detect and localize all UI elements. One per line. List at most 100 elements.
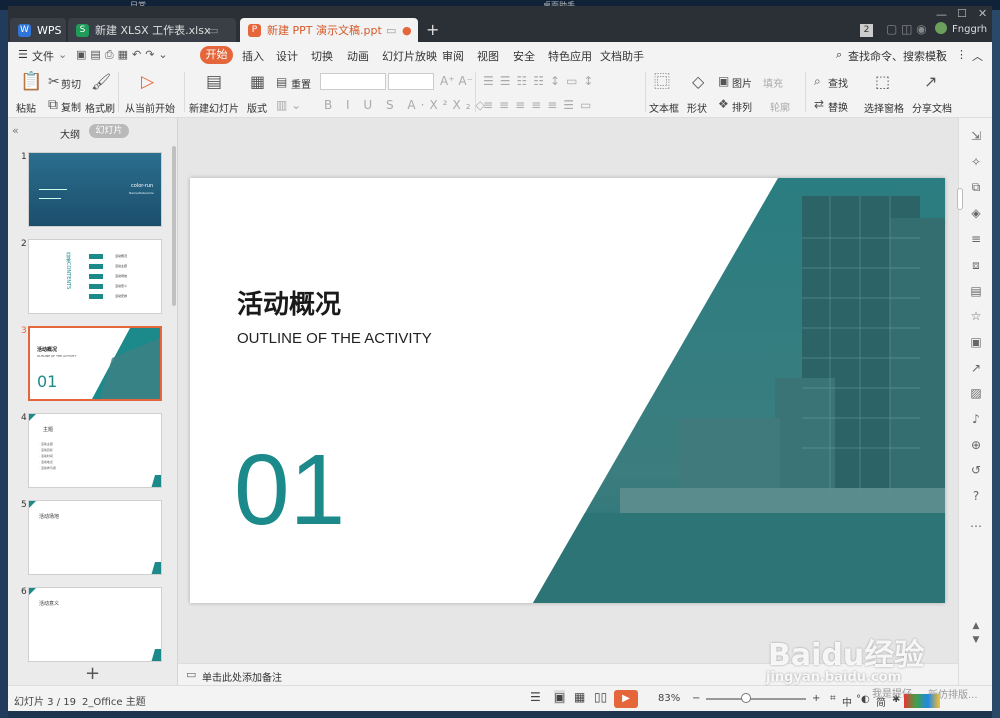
fill-button[interactable]: 填充 bbox=[763, 75, 783, 90]
outline-button[interactable]: 轮廓 bbox=[770, 99, 790, 114]
zoom-slider[interactable] bbox=[706, 698, 806, 700]
tab-slides[interactable]: 幻灯片 bbox=[89, 124, 129, 138]
tab-animation[interactable]: 动画 bbox=[347, 48, 369, 64]
paragraph-icons[interactable]: ☰☰☷☷↕▭↕ bbox=[483, 73, 599, 89]
picture-button[interactable]: 图片 bbox=[732, 75, 752, 90]
format-painter-button[interactable]: 格式刷 bbox=[85, 100, 115, 115]
tab-slideshow[interactable]: 幻灯片放映 bbox=[382, 48, 437, 64]
share-button[interactable]: 分享文档 bbox=[912, 100, 952, 115]
star-icon[interactable]: ✧ bbox=[968, 154, 984, 170]
close-icon[interactable]: ✕ bbox=[978, 7, 987, 20]
ime-moon-icon[interactable]: °◐ bbox=[856, 694, 870, 705]
tab-start[interactable]: 开始 bbox=[200, 46, 233, 64]
slide-subtitle[interactable]: OUTLINE OF THE ACTIVITY bbox=[237, 330, 432, 347]
find-button[interactable]: 查找 bbox=[828, 75, 848, 90]
file-menu[interactable]: 文件 bbox=[32, 48, 54, 64]
tab-features[interactable]: 特色应用 bbox=[548, 48, 592, 64]
normal-view-icon[interactable]: ▣ bbox=[554, 690, 566, 704]
tab-transition[interactable]: 切换 bbox=[311, 48, 333, 64]
sliders-icon[interactable]: ⧈ bbox=[968, 257, 984, 273]
slide-title[interactable]: 活动概况 bbox=[237, 284, 341, 321]
history-icon[interactable]: ↺ bbox=[968, 462, 984, 478]
settings-sliders-icon[interactable]: ≡ bbox=[968, 231, 984, 247]
expand-icon[interactable]: ⇲ bbox=[968, 128, 984, 144]
paste-icon[interactable]: 📋 bbox=[20, 73, 42, 91]
box-icon[interactable]: ▣ bbox=[968, 334, 984, 350]
reading-view-icon[interactable]: ▯▯ bbox=[594, 690, 607, 704]
reset-button[interactable]: 重置 bbox=[291, 76, 311, 91]
font-family-select[interactable] bbox=[320, 73, 386, 90]
tab-outline[interactable]: 大纲 bbox=[60, 126, 80, 141]
user-name[interactable]: Fnggrh bbox=[952, 24, 987, 35]
scroll-down-icon[interactable]: ▼ bbox=[968, 632, 984, 648]
tab-security[interactable]: 安全 bbox=[513, 48, 535, 64]
arrange-button[interactable]: 排列 bbox=[732, 99, 752, 114]
select-pane-button[interactable]: 选择窗格 bbox=[864, 100, 904, 115]
zoom-slider-handle[interactable] bbox=[741, 693, 751, 703]
copy-button[interactable]: 复制 bbox=[61, 99, 81, 114]
notes-toggle-icon[interactable]: ☰ bbox=[530, 690, 541, 704]
new-tab-button[interactable]: + bbox=[426, 20, 439, 39]
slide-thumb-6[interactable]: 活动意义 bbox=[28, 587, 162, 662]
add-slide-button[interactable]: + bbox=[8, 663, 178, 685]
tab-doc-assistant[interactable]: 文档助手 bbox=[600, 48, 644, 64]
animation-icon[interactable]: ◈ bbox=[968, 205, 984, 221]
shape-button[interactable]: 形状 bbox=[687, 100, 707, 115]
align-icons[interactable]: ≡≡≡≡≡☰▭ bbox=[483, 97, 597, 113]
ime-indicator[interactable]: 中 bbox=[842, 694, 852, 709]
more-icon[interactable]: ⋮ bbox=[956, 48, 967, 61]
window-count-badge[interactable]: 2 bbox=[860, 24, 873, 37]
search-icon[interactable]: ⌕ bbox=[836, 48, 842, 62]
new-slide-button[interactable]: 新建幻灯片 bbox=[189, 100, 239, 115]
canvas-scrollbar[interactable] bbox=[957, 188, 963, 210]
command-search[interactable]: 查找命令、搜索模板 bbox=[848, 48, 947, 64]
export-icon[interactable]: ↗ bbox=[968, 360, 984, 376]
sorter-view-icon[interactable]: ▦ bbox=[574, 690, 585, 704]
section-icon[interactable]: ▥ ⌄ bbox=[276, 97, 301, 113]
zoom-out-icon[interactable]: − bbox=[692, 693, 700, 704]
slide-thumb-5[interactable]: 活动场地 bbox=[28, 500, 162, 575]
maximize-icon[interactable]: ☐ bbox=[957, 7, 967, 20]
help-circle-icon[interactable]: ? bbox=[968, 488, 984, 504]
zoom-level[interactable]: 83% bbox=[658, 693, 680, 704]
hamburger-icon[interactable]: ☰ bbox=[18, 48, 28, 61]
monitor-icon[interactable]: ▭ bbox=[386, 24, 396, 37]
image-icon[interactable]: ▨ bbox=[968, 385, 984, 401]
zoom-in-icon[interactable]: + bbox=[812, 693, 820, 704]
tab-ppt-active[interactable]: P 新建 PPT 演示文稿.ppt ▭ ● bbox=[240, 18, 418, 42]
replace-button[interactable]: 替换 bbox=[828, 99, 848, 114]
paste-button[interactable]: 粘贴 bbox=[16, 100, 36, 115]
slide-thumb-3-selected[interactable]: 活动概况 OUTLINE OF THE ACTIVITY 01 bbox=[28, 326, 162, 401]
more-icon[interactable]: ⋯ bbox=[968, 518, 984, 534]
tab-insert[interactable]: 插入 bbox=[242, 48, 264, 64]
toolbar-mini-icons[interactable]: ▢ ◫ ◉ bbox=[886, 22, 927, 36]
app-tray-icons[interactable] bbox=[904, 694, 940, 708]
font-size-select[interactable] bbox=[388, 73, 434, 90]
slide-section-number[interactable]: 01 bbox=[234, 440, 345, 540]
slide-thumb-2[interactable]: 目录CONTENTS 活动概况 活动主题 活动场地 活动意义 活动安排 bbox=[28, 239, 162, 314]
play-slideshow-icon[interactable]: ▶ bbox=[614, 690, 638, 708]
theme-name[interactable]: 2_Office 主题 bbox=[82, 693, 146, 708]
tab-review[interactable]: 审阅 bbox=[442, 48, 464, 64]
tab-wps-home[interactable]: W WPS bbox=[10, 18, 66, 42]
pages-icon[interactable]: ▤ bbox=[968, 283, 984, 299]
monitor-icon[interactable]: ▭ bbox=[208, 24, 218, 37]
tab-xlsx[interactable]: S 新建 XLSX 工作表.xlsx ▭ bbox=[68, 18, 236, 42]
text-format-icons[interactable]: B I U S A·X²X₂◇ bbox=[324, 97, 490, 113]
speaker-icon[interactable]: ♪ bbox=[968, 411, 984, 427]
favorite-icon[interactable]: ☆ bbox=[968, 308, 984, 324]
layout-button[interactable]: 版式 bbox=[247, 100, 267, 115]
panel-scrollbar[interactable] bbox=[172, 146, 176, 306]
tab-view[interactable]: 视图 bbox=[477, 48, 499, 64]
notes-placeholder[interactable]: 单击此处添加备注 bbox=[202, 669, 282, 684]
tab-design[interactable]: 设计 bbox=[276, 48, 298, 64]
text-box-button[interactable]: 文本框 bbox=[649, 100, 679, 115]
cut-button[interactable]: 剪切 bbox=[61, 76, 81, 91]
fit-icon[interactable]: ⌗ bbox=[830, 693, 836, 704]
slide[interactable]: 活动概况 OUTLINE OF THE ACTIVITY 01 bbox=[190, 178, 945, 603]
minimize-icon[interactable]: — bbox=[936, 8, 947, 21]
play-from-current-button[interactable]: 从当前开始 bbox=[125, 100, 175, 115]
slide-thumb-4[interactable]: 主题 · 活动主题 · 活动目标 · 活动时间 · 活动地点 · 活动参与者 bbox=[28, 413, 162, 488]
collapse-panel-icon[interactable]: « bbox=[12, 124, 19, 137]
copy-icon[interactable]: ⧉ bbox=[968, 179, 984, 195]
